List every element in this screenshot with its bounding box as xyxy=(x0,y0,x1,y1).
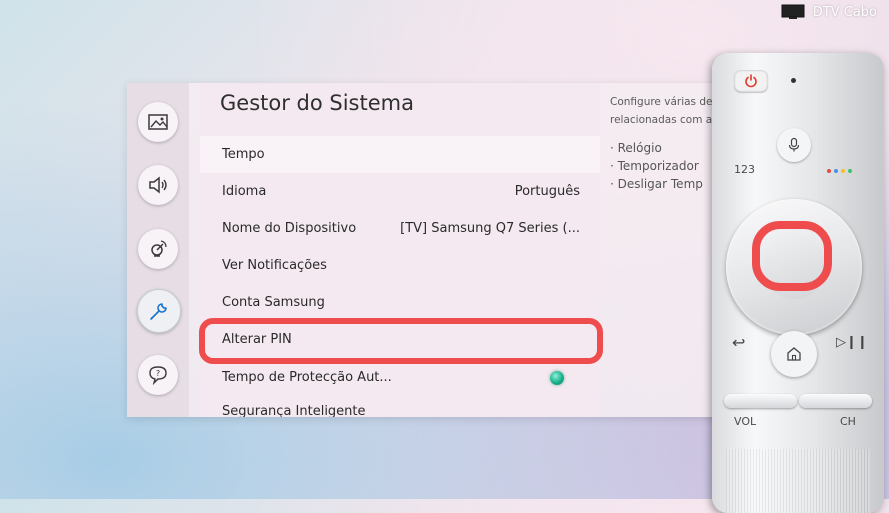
color-dot-icon xyxy=(827,169,831,173)
toggle-on-indicator[interactable] xyxy=(550,370,564,385)
change-pin-highlight xyxy=(199,318,603,364)
category-system[interactable] xyxy=(137,289,181,333)
color-buttons-icon[interactable] xyxy=(827,169,852,173)
volume-rocker[interactable] xyxy=(724,394,797,408)
color-dot-icon xyxy=(841,169,845,173)
info-list-item: · Desligar Temp xyxy=(610,177,703,191)
play-pause-button[interactable]: ▷❙❙ xyxy=(836,335,868,350)
menu-item-samsung-account[interactable]: Conta Samsung xyxy=(200,284,600,321)
category-broadcast[interactable] xyxy=(138,229,178,269)
menu-item-tempo[interactable]: Tempo xyxy=(200,136,600,173)
wrench-icon xyxy=(150,303,167,320)
tv-icon xyxy=(781,4,805,19)
info-list: · Relógio · Temporizador · Desligar Temp xyxy=(610,139,721,193)
menu-item-value: [TV] Samsung Q7 Series (... xyxy=(400,221,580,236)
info-list-item: · Temporizador xyxy=(610,159,699,173)
info-text-line1: Configure várias defi xyxy=(610,96,720,108)
source-indicator: DTV Cabo xyxy=(781,4,877,20)
picture-icon xyxy=(148,114,168,130)
number-button[interactable]: 123 xyxy=(734,163,755,176)
menu-item-idioma[interactable]: Idioma Português xyxy=(200,173,600,210)
info-panel: Configure várias defi relacionadas com a… xyxy=(610,93,721,193)
home-button[interactable] xyxy=(771,331,817,377)
power-icon xyxy=(745,74,757,88)
back-button[interactable]: ↩ xyxy=(732,333,745,352)
remote-grip-texture xyxy=(726,449,870,513)
info-text-line2: relacionadas com a he xyxy=(610,114,721,126)
volume-label: VOL xyxy=(734,415,757,428)
home-icon xyxy=(787,347,801,361)
menu-item-label: Idioma xyxy=(222,184,267,199)
menu-item-label: Ver Notificações xyxy=(222,258,327,273)
vol-ch-rocker xyxy=(724,394,872,412)
ok-button-highlight xyxy=(752,221,832,291)
menu-item-notifications[interactable]: Ver Notificações xyxy=(200,247,600,284)
source-label: DTV Cabo xyxy=(812,4,877,20)
remote-control: 123 ↩ ▷❙❙ VOL CH xyxy=(712,53,884,513)
system-manager-menu: Gestor do Sistema Tempo Idioma Português… xyxy=(200,83,600,417)
svg-text:?: ? xyxy=(156,369,160,378)
menu-title: Gestor do Sistema xyxy=(220,91,414,115)
indicator-led xyxy=(791,78,796,83)
channel-label: CH xyxy=(840,415,856,428)
category-rail: ? xyxy=(127,83,189,417)
menu-item-label: Tempo de Protecção Aut... xyxy=(222,370,392,385)
menu-item-label: Conta Samsung xyxy=(222,295,325,310)
sound-icon xyxy=(149,176,167,194)
info-list-item: · Relógio xyxy=(610,141,662,155)
category-support[interactable]: ? xyxy=(138,355,178,395)
power-button[interactable] xyxy=(734,70,768,92)
channel-rocker[interactable] xyxy=(799,394,872,408)
microphone-icon xyxy=(788,137,800,152)
menu-item-label: Segurança Inteligente xyxy=(222,404,366,417)
menu-item-value: Português xyxy=(514,184,580,199)
support-icon: ? xyxy=(149,366,167,386)
voice-button[interactable] xyxy=(777,128,811,162)
color-dot-icon xyxy=(848,169,852,173)
category-picture[interactable] xyxy=(138,102,178,142)
broadcast-icon xyxy=(151,240,167,257)
menu-item-label: Nome do Dispositivo xyxy=(222,221,357,236)
settings-panel: ? Gestor do Sistema Tempo Idioma Portugu… xyxy=(127,83,721,417)
menu-item-auto-protection[interactable]: Tempo de Protecção Aut... xyxy=(200,359,600,396)
menu-item-device-name[interactable]: Nome do Dispositivo [TV] Samsung Q7 Seri… xyxy=(200,210,600,247)
menu-item-smart-security[interactable]: Segurança Inteligente xyxy=(200,404,600,417)
category-sound[interactable] xyxy=(138,165,178,205)
menu-item-label: Tempo xyxy=(222,147,265,162)
color-dot-icon xyxy=(834,169,838,173)
